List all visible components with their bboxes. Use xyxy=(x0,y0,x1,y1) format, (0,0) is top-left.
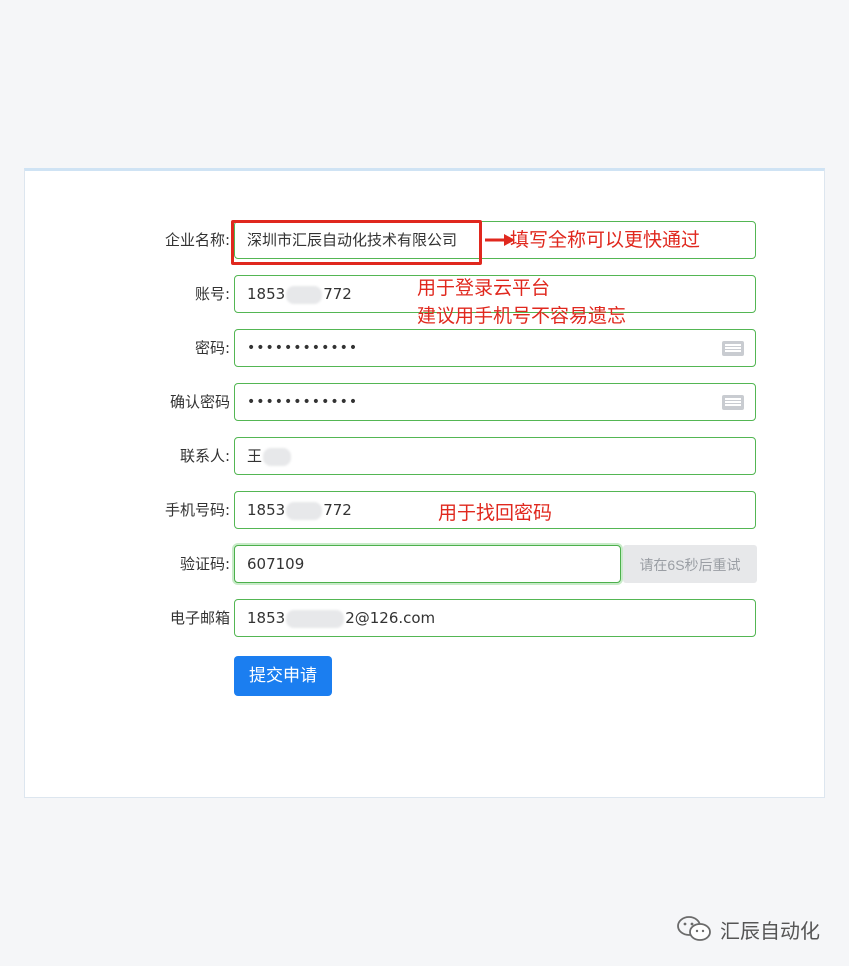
account-value-suffix: 772 xyxy=(323,285,352,303)
redacted-mask xyxy=(286,501,323,520)
confirm-password-row: 确认密码 •••••••••••• xyxy=(25,383,826,421)
contact-input[interactable]: 王 xyxy=(234,437,756,475)
confirm-password-input[interactable]: •••••••••••• xyxy=(234,383,756,421)
account-value-prefix: 1853 xyxy=(247,285,286,303)
contact-label: 联系人: xyxy=(179,447,230,465)
email-label: 电子邮箱 xyxy=(169,609,230,627)
submit-application-button[interactable]: 提交申请 xyxy=(234,656,332,696)
registration-form-card: 企业名称: 深圳市汇辰自动化技术有限公司 账号: 1853 772 密码: •••… xyxy=(24,168,825,798)
email-input[interactable]: 1853 2@126.com xyxy=(234,599,756,637)
contact-value-prefix: 王 xyxy=(247,447,263,465)
company-row: 企业名称: 深圳市汇辰自动化技术有限公司 xyxy=(25,221,826,259)
company-annotation: 填写全称可以更快通过 xyxy=(510,229,701,251)
watermark-text: 汇辰自动化 xyxy=(720,918,820,943)
phone-value-prefix: 1853 xyxy=(247,501,286,519)
keyboard-icon[interactable] xyxy=(722,341,744,356)
password-input[interactable]: •••••••••••• xyxy=(234,329,756,367)
password-row: 密码: •••••••••••• xyxy=(25,329,826,367)
captcha-value: 607109 xyxy=(247,555,305,573)
captcha-label: 验证码: xyxy=(179,555,230,573)
redacted-mask xyxy=(286,285,323,304)
company-name-value: 深圳市汇辰自动化技术有限公司 xyxy=(247,231,458,249)
wechat-icon xyxy=(677,916,711,941)
watermark: 汇辰自动化 xyxy=(676,914,820,944)
password-label: 密码: xyxy=(194,339,230,357)
redacted-mask xyxy=(263,447,292,466)
captcha-row: 验证码: 607109 请在6S秒后重试 xyxy=(25,545,826,583)
redacted-mask xyxy=(286,609,345,628)
account-label: 账号: xyxy=(194,285,230,303)
email-value-prefix: 1853 xyxy=(247,609,286,627)
captcha-input[interactable]: 607109 xyxy=(234,545,621,583)
phone-label: 手机号码: xyxy=(164,501,230,519)
email-value-suffix: 2@126.com xyxy=(345,609,436,627)
contact-row: 联系人: 王 xyxy=(25,437,826,475)
email-row: 电子邮箱 1853 2@126.com xyxy=(25,599,826,637)
phone-row: 手机号码: 1853 772 xyxy=(25,491,826,529)
resend-code-button[interactable]: 请在6S秒后重试 xyxy=(623,545,757,583)
password-value: •••••••••••• xyxy=(247,340,359,356)
confirm-password-value: •••••••••••• xyxy=(247,394,359,410)
phone-annotation: 用于找回密码 xyxy=(438,502,553,524)
account-annotation-line1: 用于登录云平台 xyxy=(417,277,551,299)
phone-value-suffix: 772 xyxy=(323,501,352,519)
confirm-password-label: 确认密码 xyxy=(169,393,230,411)
account-annotation-line2: 建议用手机号不容易遗忘 xyxy=(417,305,627,327)
keyboard-icon[interactable] xyxy=(722,395,744,410)
company-label: 企业名称: xyxy=(164,231,230,249)
